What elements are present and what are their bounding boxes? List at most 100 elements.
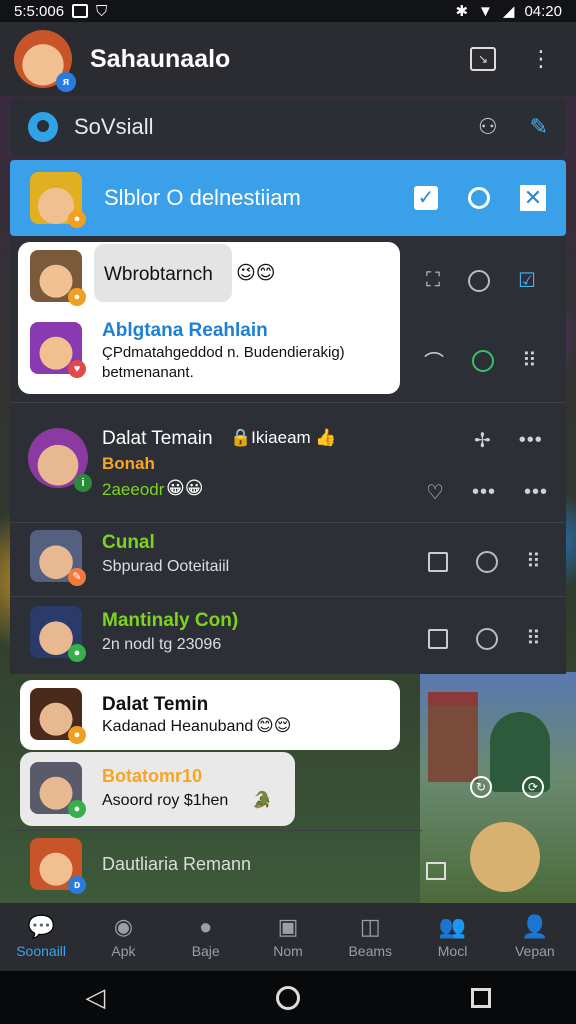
contact-avatar[interactable]: i xyxy=(28,428,92,492)
signal-icon: ◢ xyxy=(502,3,515,20)
contact-sub: Kadanad Heanuband xyxy=(102,718,254,735)
app-title: Sahaunaalo xyxy=(90,44,231,73)
row-actions-6: ⠿ xyxy=(428,626,541,651)
contact-extra: 🔒Ikiaeam 👍 xyxy=(230,428,337,447)
divider xyxy=(10,596,566,597)
search-text[interactable]: SoVsiall xyxy=(74,114,153,140)
puzzle-icon[interactable]: ⛶ xyxy=(426,269,440,292)
heart-outline-icon[interactable]: ♡ xyxy=(426,480,444,505)
people-icon: 👥 xyxy=(438,914,467,939)
status-bar: 5:5:006 ⛉ ✱ ▼ ◢ 04:20 xyxy=(0,0,576,22)
bottom-navigation: 💬 Soonaill ◉ Apk ● Baje ▣ Nom ◫ Beams 👥 … xyxy=(0,903,576,971)
status-circle-icon[interactable] xyxy=(472,349,494,372)
contact-avatar: ♥ xyxy=(30,322,86,378)
circle-icon[interactable] xyxy=(476,550,498,573)
nav-label: Mocl xyxy=(437,943,468,959)
compose-icon[interactable]: ↘ xyxy=(470,47,496,71)
profile-avatar[interactable]: ᴙ xyxy=(14,30,76,92)
search-bar[interactable]: SoVsiall ⚇ ✎ xyxy=(10,98,566,156)
nav-item-mocl[interactable]: 👥 Mocl xyxy=(411,903,493,971)
bot-icon[interactable]: ⚇ xyxy=(478,114,498,140)
nav-label: Beams xyxy=(348,943,393,959)
status-time-right: 04:20 xyxy=(524,2,562,20)
sender-avatar: ● xyxy=(30,250,86,306)
refresh-icon[interactable]: ⟳ xyxy=(522,776,544,798)
home-icon[interactable] xyxy=(275,985,300,1010)
divider xyxy=(10,522,566,523)
nav-item-soonaill[interactable]: 💬 Soonaill xyxy=(0,903,82,971)
contact-sub: 2n nodl tg 23096 xyxy=(102,636,222,653)
square-icon[interactable] xyxy=(428,551,448,572)
more-dots-icon[interactable]: ••• xyxy=(524,481,548,504)
circle-icon[interactable] xyxy=(476,627,498,650)
chat-avatar: ● xyxy=(30,172,86,228)
camera-icon: ▣ xyxy=(277,914,299,939)
divider xyxy=(10,830,422,831)
nav-label: Baje xyxy=(191,943,220,959)
verified-badge-icon: ᴅ xyxy=(68,876,86,894)
contact-avatar[interactable]: ● xyxy=(30,606,86,662)
close-icon[interactable]: ✕ xyxy=(520,185,546,211)
rotate-icon[interactable]: ↻ xyxy=(470,776,492,798)
drag-handle-icon[interactable]: ⠿ xyxy=(526,626,541,651)
app-header: ᴙ Sahaunaalo ↘ ⋮ xyxy=(0,22,576,96)
nav-item-apk[interactable]: ◉ Apk xyxy=(82,903,164,971)
contact-name: Botatomr10 xyxy=(102,766,203,786)
profile-badge: ᴙ xyxy=(56,72,76,92)
contact-sub: Asoord roy $1hen xyxy=(102,792,229,809)
selected-chat-row[interactable]: ● Slblor O delnestiiam ✓ ✕ xyxy=(10,160,566,236)
drag-handle-icon[interactable]: ⠿ xyxy=(526,549,541,574)
contact-avatar[interactable]: ✎ xyxy=(30,530,86,586)
more-dots-icon[interactable]: ••• xyxy=(472,481,496,504)
recents-icon[interactable] xyxy=(470,987,491,1008)
contact-name: Dalat Temain xyxy=(102,428,213,449)
nav-item-beams[interactable]: ◫ Beams xyxy=(329,903,411,971)
row-actions-2: ⌒ ⠿ xyxy=(424,346,537,375)
row-actions-1: ⛶ ☑ xyxy=(426,268,536,293)
creature-graphic xyxy=(470,822,540,892)
trend-icon[interactable]: ⌒ xyxy=(424,346,444,375)
pencil-icon[interactable]: ✎ xyxy=(530,114,548,140)
contact-emoji: 🐊 xyxy=(252,792,272,809)
picture-icon[interactable] xyxy=(428,628,448,649)
online-badge-icon: i xyxy=(74,474,92,492)
status-time-left: 5:5:006 xyxy=(14,2,65,20)
more-menu-icon[interactable]: ⋮ xyxy=(530,48,552,70)
location-pin-icon xyxy=(28,112,58,142)
nav-item-nom[interactable]: ▣ Nom xyxy=(247,903,329,971)
house-graphic xyxy=(428,692,478,782)
contact-sub: Sbpurad Ooteitaiil xyxy=(102,558,230,575)
nav-item-vepan[interactable]: 👤 Vepan xyxy=(494,903,576,971)
contact-name: Mantinaly Con) xyxy=(102,610,239,631)
edit-box-icon[interactable]: ☑ xyxy=(518,268,536,293)
bluetooth-icon: ✱ xyxy=(455,3,469,20)
online-badge-icon: ● xyxy=(68,800,86,818)
shield-icon: ⛉ xyxy=(96,2,108,20)
message-popup-card[interactable]: ● Botatomr10 Asoord roy $1hen 🐊 xyxy=(20,752,295,826)
coin-badge-icon: ● xyxy=(68,726,86,744)
circle-icon[interactable] xyxy=(468,269,490,292)
bubble-text: Wbrobtarnch xyxy=(104,264,213,285)
heart-badge-icon: ♥ xyxy=(68,360,86,378)
nav-label: Vepan xyxy=(514,943,555,959)
contact-avatar[interactable]: ᴅ xyxy=(30,838,86,894)
refresh-ring-icon[interactable] xyxy=(468,187,490,209)
coin-badge-icon: ● xyxy=(68,288,86,306)
more-dots-icon[interactable]: ••• xyxy=(519,429,543,452)
picture-icon[interactable] xyxy=(426,862,446,880)
row-actions-3: ✢ ••• xyxy=(474,428,543,453)
drag-handle-icon[interactable]: ⠿ xyxy=(522,348,537,373)
checkbox-checked-icon[interactable]: ✓ xyxy=(414,186,438,210)
contact-avatar: ● xyxy=(30,762,86,818)
message-popup-card[interactable]: ● Wbrobtarnch 😉😊 ♥ Ablgtana Reahlain ÇPd… xyxy=(18,242,400,394)
online-badge-icon: ● xyxy=(68,644,86,662)
nav-item-baje[interactable]: ● Baje xyxy=(165,903,247,971)
back-icon[interactable]: ◁ xyxy=(85,982,105,1013)
coin-badge-icon: ● xyxy=(68,210,86,228)
nav-label: Nom xyxy=(273,943,303,959)
sparkle-icon[interactable]: ✢ xyxy=(474,428,491,453)
contact-emoji: 😊😌 xyxy=(256,716,292,735)
message-popup-card[interactable]: ● Dalat Temin Kadanad Heanuband 😊😌 xyxy=(20,680,400,750)
mask-icon: ◫ xyxy=(359,914,381,939)
wifi-icon: ▼ xyxy=(478,2,493,20)
